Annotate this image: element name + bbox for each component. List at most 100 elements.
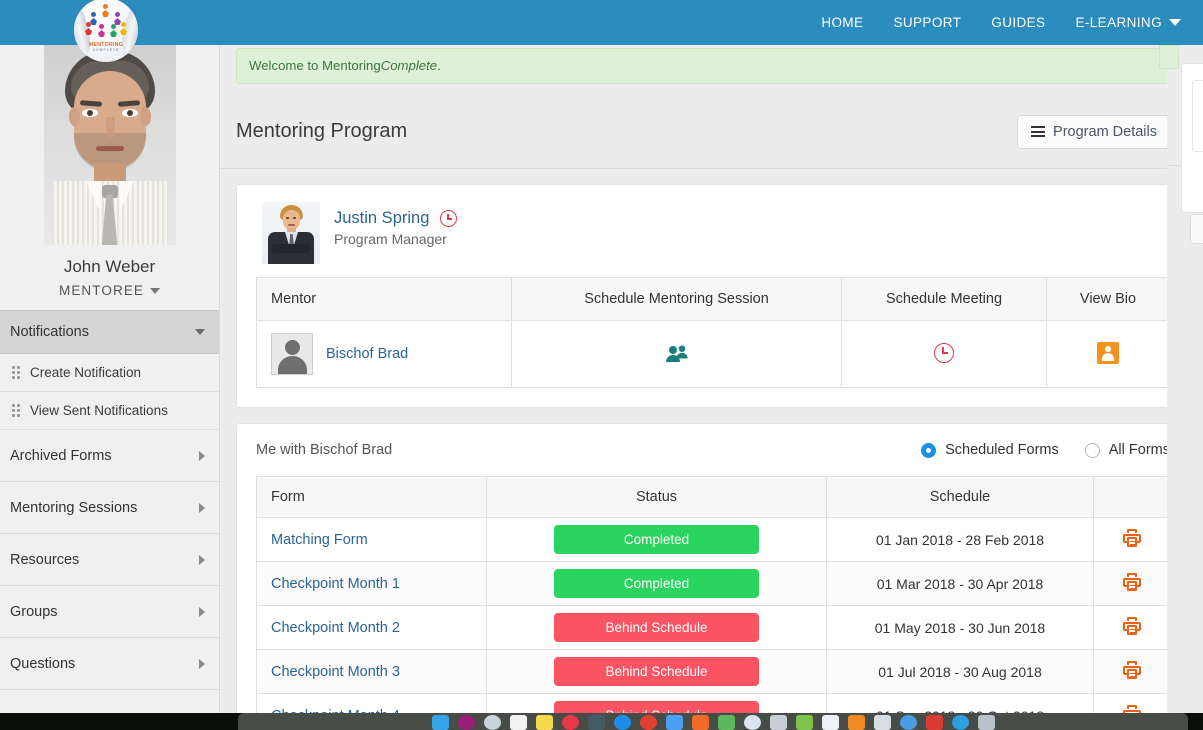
peek-button[interactable]	[1190, 214, 1203, 244]
dock-icon-dropbox[interactable]	[613, 715, 631, 730]
clock-icon[interactable]	[440, 210, 458, 227]
hamburger-icon	[1031, 126, 1046, 137]
page-title: Mentoring Program	[236, 120, 408, 142]
chevron-down-icon	[150, 287, 161, 294]
radio-all-forms[interactable]: All Forms	[1084, 442, 1170, 458]
peek-card	[1181, 63, 1203, 244]
status-badge[interactable]: Behind Schedule	[554, 701, 759, 713]
form-status-cell: Behind Schedule	[486, 649, 827, 694]
program-manager-info: Justin Spring Program Manager	[334, 202, 458, 247]
dock-icon-app-store[interactable]	[587, 715, 605, 730]
forms-subtitle: Me with Bischof Brad	[256, 442, 393, 458]
dock-icon-music[interactable]	[457, 715, 475, 730]
print-icon[interactable]	[1122, 573, 1141, 591]
forms-table-col-status: Status	[486, 476, 827, 518]
sidebar-item-groups[interactable]: Groups	[0, 586, 219, 638]
dock-icon-messages[interactable]	[665, 715, 683, 730]
logo-people-icon	[74, 4, 138, 38]
print-icon[interactable]	[1122, 705, 1141, 713]
mentor-table-header-row: Mentor Schedule Mentoring Session Schedu…	[256, 277, 1170, 321]
program-manager-role: Program Manager	[334, 231, 447, 247]
dock-icon-finder[interactable]	[431, 715, 449, 730]
welcome-alert-suffix: .	[437, 58, 441, 73]
sidebar-item-resources[interactable]: Resources	[0, 534, 219, 586]
sidebar-item-questions[interactable]: Questions	[0, 638, 219, 690]
form-name-link[interactable]: Matching Form	[271, 532, 368, 548]
sidebar-item-view-sent-notifications[interactable]: View Sent Notifications	[0, 392, 219, 430]
program-details-button[interactable]: Program Details	[1017, 114, 1171, 149]
form-schedule-cell: 01 Jul 2018 - 30 Aug 2018	[826, 649, 1094, 694]
form-name-link[interactable]: Checkpoint Month 2	[271, 620, 400, 636]
sidebar-item-archived-forms[interactable]: Archived Forms	[0, 430, 219, 482]
mentor-name-link[interactable]: Bischof Brad	[326, 346, 408, 362]
status-badge[interactable]: Completed	[554, 525, 759, 554]
dock-icon-safari[interactable]	[483, 715, 501, 730]
sidebar-item-mentoring-sessions[interactable]: Mentoring Sessions	[0, 482, 219, 534]
mentor-table-col-schedule-meeting: Schedule Meeting	[841, 277, 1047, 321]
sidebar-item-label: View Sent Notifications	[30, 403, 168, 418]
status-badge[interactable]: Behind Schedule	[554, 657, 759, 686]
form-status-cell: Completed	[486, 517, 827, 562]
nav-link-elearning[interactable]: E-LEARNING	[1075, 15, 1181, 30]
sidebar-section-notifications[interactable]: Notifications	[0, 310, 219, 354]
form-schedule-cell: 01 May 2018 - 30 Jun 2018	[826, 605, 1094, 650]
dock-icon-pdf[interactable]	[925, 715, 943, 730]
status-badge[interactable]: Behind Schedule	[554, 613, 759, 642]
offscreen-panel-peek	[1159, 45, 1203, 713]
dock-icon-vlc[interactable]	[847, 715, 865, 730]
form-status-cell: Behind Schedule	[486, 605, 827, 650]
logo-circle: MENTORING COMPLETE	[74, 0, 138, 62]
logo-wordmark-sub: COMPLETE	[92, 48, 120, 52]
nav-link-guides[interactable]: GUIDES	[991, 15, 1045, 30]
forms-table-body: Matching Form Completed 01 Jan 2018 - 28 F…	[256, 517, 1170, 713]
dock-icon-opera[interactable]	[561, 715, 579, 730]
print-icon[interactable]	[1122, 617, 1141, 635]
primary-nav-links: HOME SUPPORT GUIDES E-LEARNING	[821, 0, 1195, 45]
status-badge[interactable]: Completed	[554, 569, 759, 598]
table-row: Checkpoint Month 1 Completed 01 Mar 2018 -…	[256, 561, 1170, 606]
form-name-link[interactable]: Checkpoint Month 3	[271, 664, 400, 680]
program-manager-name-link[interactable]: Justin Spring	[334, 209, 429, 228]
dock-icon-firefox[interactable]	[743, 715, 761, 730]
dock-icon-mail[interactable]	[821, 715, 839, 730]
table-row: Checkpoint Month 2 Behind Schedule 01 May …	[256, 605, 1170, 650]
dock-icon-reminders[interactable]	[691, 715, 709, 730]
dock-icon-photo-viewer[interactable]	[795, 715, 813, 730]
form-name-cell: Checkpoint Month 2	[256, 605, 487, 650]
dock-icon-photos[interactable]	[639, 715, 657, 730]
chevron-down-icon	[195, 329, 205, 335]
form-print-cell	[1093, 693, 1170, 713]
peek-alert	[1159, 45, 1179, 69]
dock-icon-preview[interactable]	[873, 715, 891, 730]
sidebar-item-create-notification[interactable]: Create Notification	[0, 354, 219, 392]
site-logo[interactable]: MENTORING COMPLETE	[74, 0, 138, 62]
dock-icon-edge[interactable]	[951, 715, 969, 730]
print-icon[interactable]	[1122, 661, 1141, 679]
print-icon[interactable]	[1122, 529, 1141, 547]
dock-icon-notes[interactable]	[535, 715, 553, 730]
people-icon[interactable]	[665, 344, 689, 362]
dock-icon-calendar[interactable]	[509, 715, 527, 730]
forms-table: Form Status Schedule Matching Form Comple…	[256, 476, 1170, 713]
dock-icon-trash[interactable]	[977, 715, 995, 730]
nav-link-home[interactable]: HOME	[821, 15, 863, 30]
dock-icon-maps[interactable]	[717, 715, 735, 730]
forms-table-col-actions	[1093, 476, 1170, 518]
form-name-cell: Checkpoint Month 3	[256, 649, 487, 694]
profile-user-name: John Weber	[63, 257, 156, 276]
form-name-cell: Matching Form	[256, 517, 487, 562]
radio-dot-selected-icon[interactable]	[921, 442, 937, 458]
clock-icon[interactable]	[934, 342, 954, 363]
program-manager-row: Justin Spring Program Manager	[256, 202, 1170, 277]
dock-icon-launchpad[interactable]	[769, 715, 787, 730]
radio-dot-icon[interactable]	[1084, 442, 1100, 458]
id-badge-icon[interactable]	[1097, 341, 1119, 364]
radio-scheduled-forms[interactable]: Scheduled Forms	[921, 442, 1059, 458]
profile-role-label: MENTOREE	[58, 283, 145, 298]
nav-link-support[interactable]: SUPPORT	[893, 15, 961, 30]
dock-icon-chrome[interactable]	[899, 715, 917, 730]
form-name-link[interactable]: Checkpoint Month 1	[271, 576, 400, 592]
profile-role-switcher[interactable]: MENTOREE	[58, 283, 161, 298]
page-header: Mentoring Program Program Details	[220, 95, 1190, 169]
table-row: Bischof Brad	[256, 320, 1170, 388]
